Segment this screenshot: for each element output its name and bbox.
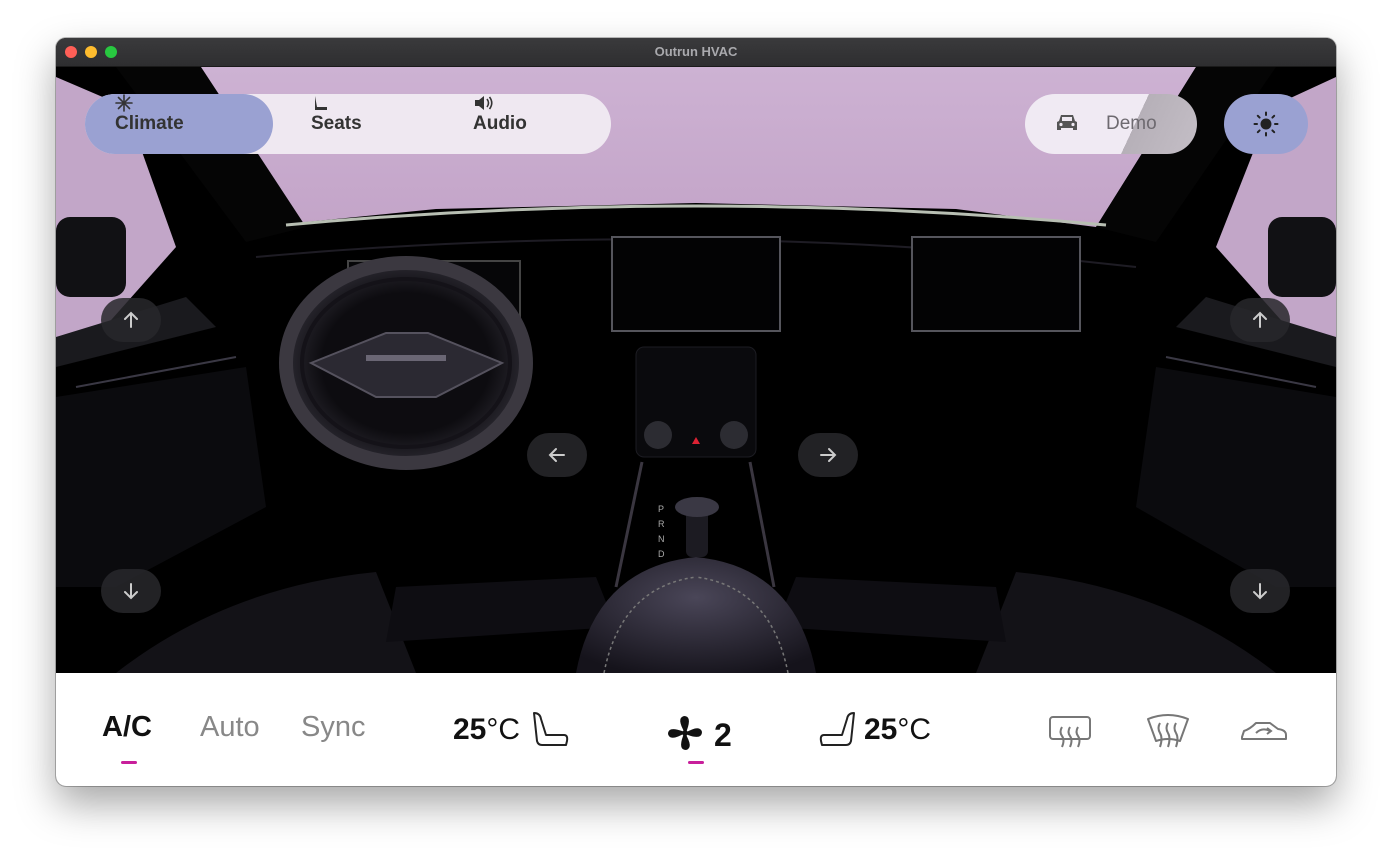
demo-button[interactable]: Demo <box>1025 94 1197 154</box>
driver-temp-value: 25 <box>453 713 487 746</box>
fan-icon[interactable] <box>666 714 704 752</box>
left-down-button[interactable] <box>101 569 161 613</box>
arrow-up-icon <box>1253 311 1267 328</box>
driver-seat-heat-icon[interactable] <box>530 711 570 749</box>
climate-control-bar: A/C Auto Sync 25°C 2 25°C <box>56 673 1336 786</box>
nav-tabs: Climate Seats Audio <box>85 94 611 154</box>
car-icon <box>1057 115 1077 130</box>
arrow-left-icon <box>548 448 565 462</box>
arrow-right-icon <box>820 448 837 462</box>
tab-seats[interactable]: Seats <box>311 94 362 154</box>
sun-icon <box>1253 111 1279 137</box>
driver-temperature[interactable]: 25°C <box>453 713 520 747</box>
fan-active-indicator <box>688 761 704 764</box>
demo-label: Demo <box>1106 113 1157 134</box>
ac-toggle[interactable]: A/C <box>102 711 152 744</box>
auto-toggle[interactable]: Auto <box>200 711 260 744</box>
arrow-up-icon <box>124 311 138 328</box>
right-up-button[interactable] <box>1230 298 1290 342</box>
tab-audio[interactable]: Audio <box>473 94 527 154</box>
right-down-button[interactable] <box>1230 569 1290 613</box>
theme-toggle-button[interactable] <box>1224 94 1308 154</box>
svg-text:P: P <box>658 504 664 514</box>
title-bar: Outrun HVAC <box>56 38 1336 67</box>
recirculation-icon[interactable] <box>1240 719 1288 745</box>
fan-speed-value[interactable]: 2 <box>714 717 732 754</box>
driver-temp-unit: °C <box>486 713 521 746</box>
car-interior-view[interactable]: P R N D Climate Seats Audio Demo <box>56 67 1336 673</box>
tab-seats-label: Seats <box>311 113 362 134</box>
rotate-left-button[interactable] <box>527 433 587 477</box>
app-window: Outrun HVAC P R N D Climate Seats Audio … <box>56 38 1336 786</box>
left-up-button[interactable] <box>101 298 161 342</box>
rear-defrost-icon[interactable] <box>1048 715 1092 749</box>
tab-climate-label: Climate <box>115 113 184 134</box>
tab-audio-label: Audio <box>473 113 527 134</box>
seat-icon <box>315 96 327 110</box>
tab-climate[interactable]: Climate <box>115 94 184 154</box>
front-defrost-icon[interactable] <box>1144 713 1192 749</box>
speaker-icon <box>475 96 493 110</box>
passenger-temperature[interactable]: 25°C <box>864 713 931 747</box>
svg-text:N: N <box>658 534 665 544</box>
rotate-right-button[interactable] <box>798 433 858 477</box>
passenger-temp-unit: °C <box>897 713 932 746</box>
snowflake-icon <box>115 94 133 112</box>
sync-toggle[interactable]: Sync <box>301 711 365 744</box>
passenger-temp-value: 25 <box>864 713 898 746</box>
window-title: Outrun HVAC <box>654 44 738 59</box>
svg-text:R: R <box>658 519 665 529</box>
svg-text:D: D <box>658 549 665 559</box>
arrow-down-icon <box>1253 583 1267 600</box>
arrow-down-icon <box>124 583 138 600</box>
ac-active-indicator <box>121 761 137 764</box>
passenger-seat-heat-icon[interactable] <box>818 711 858 749</box>
car-interior-render: P R N D <box>56 67 1336 673</box>
